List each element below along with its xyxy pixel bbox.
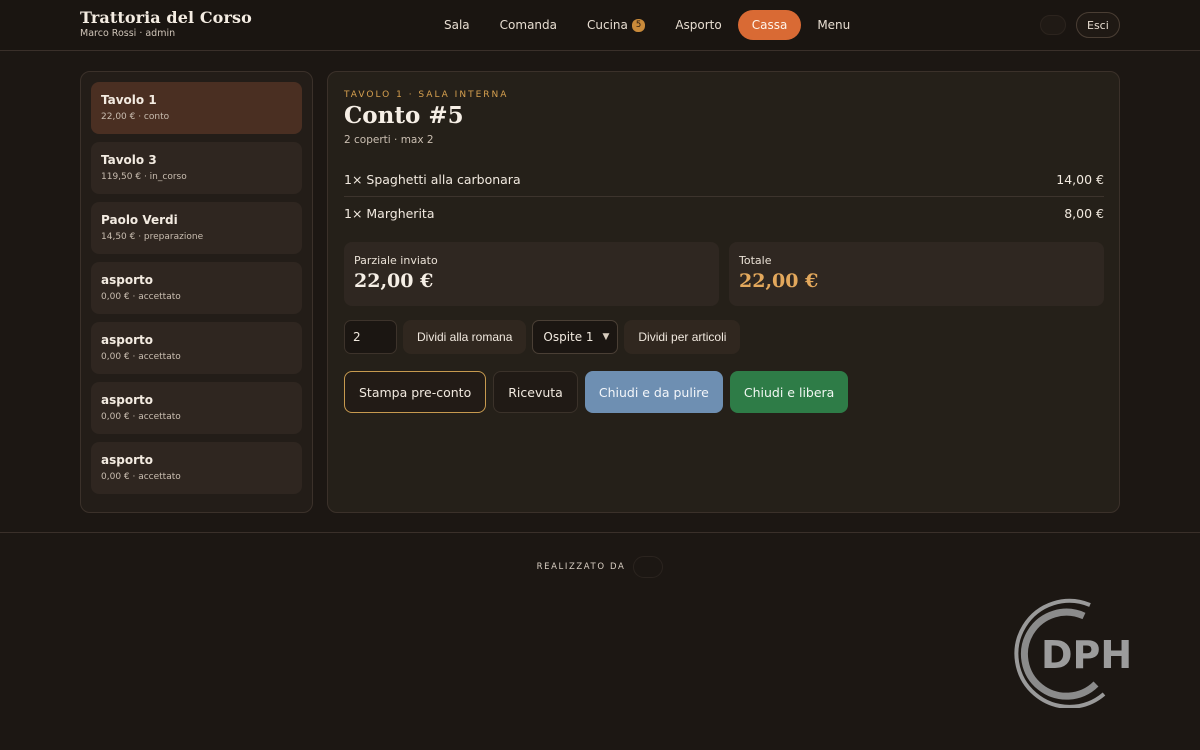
nav-label: Comanda	[499, 18, 558, 32]
nav-asporto[interactable]: Asporto	[661, 10, 735, 40]
ticket-item[interactable]: asporto 0,00 € · accettato	[91, 262, 302, 314]
ticket-meta: 14,50 € · preparazione	[101, 232, 204, 242]
top-bar: Trattoria del Corso Marco Rossi · admin …	[0, 0, 1200, 51]
receipt-button[interactable]: Ricevuta	[493, 371, 578, 413]
bill-panel: TAVOLO 1 · SALA INTERNA Conto #5 2 coper…	[327, 71, 1120, 513]
ticket-name: asporto	[101, 453, 153, 467]
nav-sala[interactable]: Sala	[430, 10, 484, 40]
partial-value: 22,00 €	[354, 270, 434, 292]
brand: Trattoria del Corso Marco Rossi · admin	[80, 8, 252, 39]
line-item: 1× Spaghetti alla carbonara	[344, 171, 521, 187]
bill-line: 1× Margherita 8,00 €	[344, 196, 1104, 230]
ticket-item[interactable]: Tavolo 1 22,00 € · conto	[91, 82, 302, 134]
bill-line: 1× Spaghetti alla carbonara 14,00 €	[344, 162, 1104, 196]
close-and-clean-button[interactable]: Chiudi e da pulire	[584, 371, 723, 413]
bill-title: Conto #5	[344, 102, 464, 129]
ticket-name: asporto	[101, 333, 153, 347]
total-card: Totale 22,00 €	[729, 242, 1104, 306]
ticket-meta: 0,00 € · accettato	[101, 352, 181, 362]
totals: Parziale inviato 22,00 € Totale 22,00 €	[344, 242, 1104, 306]
guests-count-input[interactable]	[344, 320, 397, 354]
nav-label: Menu	[817, 18, 851, 32]
ticket-item[interactable]: Tavolo 3 119,50 € · in_corso	[91, 142, 302, 194]
total-value: 22,00 €	[739, 270, 819, 292]
ticket-item[interactable]: Paolo Verdi 14,50 € · preparazione	[91, 202, 302, 254]
nav-cucina[interactable]: Cucina 5	[573, 10, 659, 40]
made-by-text: REALIZZATO DA	[536, 562, 626, 572]
nav-label: Sala	[444, 18, 470, 32]
ticket-name: Tavolo 1	[101, 93, 157, 107]
ticket-meta: 0,00 € · accettato	[101, 472, 181, 482]
ticket-item[interactable]: asporto 0,00 € · accettato	[91, 442, 302, 494]
chevron-down-icon: ▼	[602, 332, 610, 342]
ticket-list: Tavolo 1 22,00 € · conto Tavolo 3 119,50…	[80, 71, 313, 513]
nav-label: Asporto	[675, 18, 722, 32]
bill-actions: Stampa pre-conto Ricevuta Chiudi e da pu…	[344, 371, 849, 413]
guest-select-value: Ospite 1	[543, 330, 594, 344]
partial-label: Parziale inviato	[354, 254, 438, 267]
nav-comanda[interactable]: Comanda	[486, 10, 571, 40]
ticket-name: asporto	[101, 273, 153, 287]
line-price: 8,00 €	[1064, 206, 1104, 221]
bill-lines: 1× Spaghetti alla carbonara 14,00 € 1× M…	[344, 162, 1104, 230]
total-label: Totale	[739, 254, 772, 267]
watermark-text: DPH	[1041, 633, 1132, 677]
nav-label: Cucina	[587, 18, 628, 32]
ticket-meta: 22,00 € · conto	[101, 112, 170, 122]
restaurant-name: Trattoria del Corso	[80, 8, 252, 27]
kitchen-count-badge: 5	[631, 18, 646, 32]
maker-logo-icon[interactable]	[633, 556, 664, 578]
nav-label: Cassa	[751, 18, 788, 32]
footer-divider	[0, 532, 1200, 533]
ticket-name: asporto	[101, 393, 153, 407]
logout-button[interactable]: Esci	[1076, 12, 1120, 38]
table-location: TAVOLO 1 · SALA INTERNA	[344, 90, 509, 100]
nav-cassa[interactable]: Cassa	[737, 10, 802, 40]
dph-watermark-logo: DPH	[1014, 598, 1132, 708]
line-item: 1× Margherita	[344, 206, 435, 221]
theme-toggle[interactable]	[1040, 15, 1066, 35]
guest-select[interactable]: Ospite 1 ▼	[532, 320, 619, 354]
main-nav: Sala Comanda Cucina 5 Asporto Cassa Menu	[430, 10, 866, 40]
covers-info: 2 coperti · max 2	[344, 134, 434, 146]
ticket-meta: 0,00 € · accettato	[101, 412, 181, 422]
ticket-item[interactable]: asporto 0,00 € · accettato	[91, 382, 302, 434]
ticket-meta: 119,50 € · in_corso	[101, 172, 187, 182]
print-preconto-button[interactable]: Stampa pre-conto	[344, 371, 487, 413]
split-items-button[interactable]: Dividi per articoli	[624, 320, 741, 354]
ticket-name: Paolo Verdi	[101, 213, 178, 227]
ticket-meta: 0,00 € · accettato	[101, 292, 181, 302]
ticket-name: Tavolo 3	[101, 153, 157, 167]
footer: REALIZZATO DA	[0, 556, 1200, 578]
close-and-free-button[interactable]: Chiudi e libera	[729, 371, 849, 413]
nav-menu[interactable]: Menu	[803, 10, 864, 40]
split-roman-button[interactable]: Dividi alla romana	[403, 320, 527, 354]
partial-card: Parziale inviato 22,00 €	[344, 242, 719, 306]
split-controls: Dividi alla romana Ospite 1 ▼ Dividi per…	[344, 320, 741, 354]
ticket-item[interactable]: asporto 0,00 € · accettato	[91, 322, 302, 374]
user-info: Marco Rossi · admin	[80, 28, 176, 39]
line-price: 14,00 €	[1056, 171, 1104, 187]
